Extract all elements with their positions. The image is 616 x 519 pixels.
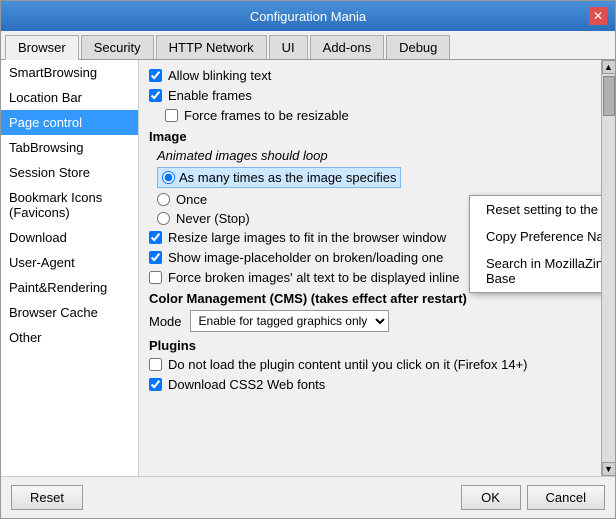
tab-browser[interactable]: Browser xyxy=(5,35,79,60)
color-section-label: Color Management (CMS) (takes effect aft… xyxy=(149,291,591,306)
content-area: SmartBrowsing Location Bar Page control … xyxy=(1,60,615,476)
cancel-button[interactable]: Cancel xyxy=(527,485,605,510)
scrollbar: ▲ ▼ xyxy=(601,60,615,476)
sidebar-item-download[interactable]: Download xyxy=(1,225,138,250)
context-copy[interactable]: Copy Preference Name xyxy=(470,223,601,250)
allow-blinking-label: Allow blinking text xyxy=(168,68,271,83)
no-plugin-row: Do not load the plugin content until you… xyxy=(149,357,591,372)
close-button[interactable]: ✕ xyxy=(589,7,607,25)
scroll-down-button[interactable]: ▼ xyxy=(602,462,616,476)
resize-images-label: Resize large images to fit in the browse… xyxy=(168,230,446,245)
tab-debug[interactable]: Debug xyxy=(386,35,450,59)
context-menu: Reset setting to the default value Copy … xyxy=(469,195,601,293)
title-bar: Configuration Mania ✕ xyxy=(1,1,615,31)
download-css2-checkbox[interactable] xyxy=(149,378,162,391)
force-alt-label: Force broken images' alt text to be disp… xyxy=(168,270,460,285)
radio-as-many-label: As many times as the image specifies xyxy=(179,170,396,185)
ok-cancel-group: OK Cancel xyxy=(461,485,605,510)
sidebar-item-paintrendering[interactable]: Paint&Rendering xyxy=(1,275,138,300)
show-placeholder-label: Show image-placeholder on broken/loading… xyxy=(168,250,443,265)
mode-select[interactable]: Enable for tagged graphics only Disable … xyxy=(190,310,389,332)
allow-blinking-row: Allow blinking text xyxy=(149,68,591,83)
enable-frames-checkbox[interactable] xyxy=(149,89,162,102)
force-frames-label: Force frames to be resizable xyxy=(184,108,349,123)
radio-as-many-row: As many times as the image specifies xyxy=(157,167,591,188)
context-search[interactable]: Search in MozillaZine Knowledge Base xyxy=(470,250,601,292)
download-css2-label: Download CSS2 Web fonts xyxy=(168,377,325,392)
sidebar-item-bookmarkicons[interactable]: Bookmark Icons (Favicons) xyxy=(1,185,138,225)
animated-label: Animated images should loop xyxy=(157,148,591,163)
mode-row: Mode Enable for tagged graphics only Dis… xyxy=(149,310,591,332)
sidebar-item-sessionstore[interactable]: Session Store xyxy=(1,160,138,185)
sidebar-item-tabbrowsing[interactable]: TabBrowsing xyxy=(1,135,138,160)
sidebar-item-smartbrowsing[interactable]: SmartBrowsing xyxy=(1,60,138,85)
sidebar-item-useragent[interactable]: User-Agent xyxy=(1,250,138,275)
force-alt-checkbox[interactable] xyxy=(149,271,162,284)
sidebar: SmartBrowsing Location Bar Page control … xyxy=(1,60,139,476)
scroll-thumb[interactable] xyxy=(603,76,615,116)
tab-bar: Browser Security HTTP Network UI Add-ons… xyxy=(1,31,615,60)
no-plugin-checkbox[interactable] xyxy=(149,358,162,371)
main-window: Configuration Mania ✕ Browser Security H… xyxy=(0,0,616,519)
reset-button[interactable]: Reset xyxy=(11,485,83,510)
download-css2-row: Download CSS2 Web fonts xyxy=(149,377,591,392)
sidebar-item-other[interactable]: Other xyxy=(1,325,138,350)
radio-never[interactable] xyxy=(157,212,170,225)
mode-label: Mode xyxy=(149,314,182,329)
radio-as-many-highlight: As many times as the image specifies xyxy=(157,167,401,188)
radio-never-label: Never (Stop) xyxy=(176,211,250,226)
force-frames-checkbox[interactable] xyxy=(165,109,178,122)
scroll-up-button[interactable]: ▲ xyxy=(602,60,616,74)
allow-blinking-checkbox[interactable] xyxy=(149,69,162,82)
radio-as-many[interactable] xyxy=(162,171,175,184)
tab-security[interactable]: Security xyxy=(81,35,154,59)
force-frames-row: Force frames to be resizable xyxy=(165,108,591,123)
plugins-section-label: Plugins xyxy=(149,338,591,353)
show-placeholder-checkbox[interactable] xyxy=(149,251,162,264)
bottom-bar: Reset OK Cancel xyxy=(1,476,615,518)
enable-frames-label: Enable frames xyxy=(168,88,252,103)
main-panel: Allow blinking text Enable frames Force … xyxy=(139,60,601,476)
window-title: Configuration Mania xyxy=(27,9,589,24)
radio-once-label: Once xyxy=(176,192,207,207)
resize-images-checkbox[interactable] xyxy=(149,231,162,244)
sidebar-item-browsercache[interactable]: Browser Cache xyxy=(1,300,138,325)
image-section-label: Image xyxy=(149,129,591,144)
context-reset[interactable]: Reset setting to the default value xyxy=(470,196,601,223)
no-plugin-label: Do not load the plugin content until you… xyxy=(168,357,528,372)
radio-once[interactable] xyxy=(157,193,170,206)
enable-frames-row: Enable frames xyxy=(149,88,591,103)
tab-http-network[interactable]: HTTP Network xyxy=(156,35,267,59)
sidebar-item-pagecontrol[interactable]: Page control xyxy=(1,110,138,135)
tab-addons[interactable]: Add-ons xyxy=(310,35,384,59)
sidebar-item-locationbar[interactable]: Location Bar xyxy=(1,85,138,110)
tab-ui[interactable]: UI xyxy=(269,35,308,59)
ok-button[interactable]: OK xyxy=(461,485,521,510)
